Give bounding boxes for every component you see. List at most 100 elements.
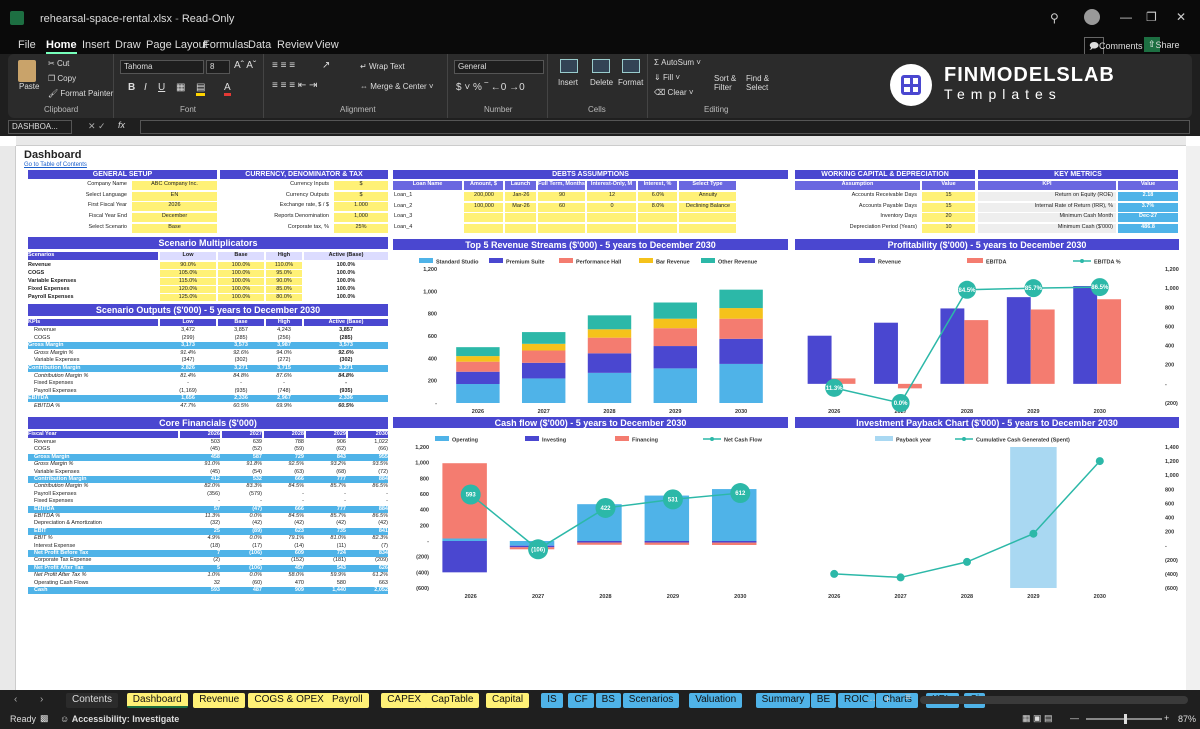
tab-capital[interactable]: Capital (486, 693, 530, 708)
grow-font-icon[interactable]: Aˆ Aˇ (234, 60, 256, 71)
minimize-icon[interactable]: — (1120, 10, 1132, 24)
tab-capex[interactable]: CAPEX (381, 693, 428, 708)
cashflow-bar-segment (644, 541, 690, 543)
tab-scenarios[interactable]: Scenarios (622, 693, 680, 708)
format-cells-icon[interactable] (622, 59, 640, 73)
delete-button[interactable]: Delete (590, 78, 613, 87)
menu-insert[interactable]: Insert (82, 39, 110, 51)
tab-cf[interactable]: CF (568, 693, 594, 708)
zoom-slider[interactable] (1086, 714, 1162, 724)
tab-captable[interactable]: CapTable (425, 693, 480, 708)
fx-icon[interactable]: fx (118, 120, 125, 130)
legend-label: Cumulative Cash Generated (Spent) (976, 438, 1070, 444)
formula-input[interactable] (140, 120, 1190, 134)
tab-next-icon[interactable]: › (40, 694, 43, 705)
italic-icon[interactable]: I (144, 82, 147, 93)
borders-icon[interactable]: ▦ (176, 82, 185, 93)
delete-cells-icon[interactable] (592, 59, 610, 73)
tab-menu-icon[interactable]: ≡ (905, 692, 911, 703)
tab-summary[interactable]: Summary (755, 693, 811, 708)
paste-icon[interactable] (18, 60, 36, 82)
cashflow-bar-segment (711, 541, 757, 543)
currency-format-icon[interactable]: $ ˅ % ‾ ←0 →0 (456, 82, 525, 93)
tab-revenue[interactable]: Revenue (193, 693, 246, 708)
more-tabs-icon[interactable]: … (866, 693, 876, 704)
worksheet[interactable]: Dashboard Go to Table of Contents GENERA… (0, 136, 1200, 690)
revenue-bar-segment (719, 289, 763, 309)
menu-data[interactable]: Data (248, 39, 271, 51)
tab-charts[interactable]: Charts (876, 693, 918, 708)
chart-title: Top 5 Revenue Streams ($'000) - 5 years … (465, 240, 716, 250)
font-color-icon[interactable]: A (224, 82, 231, 96)
close-icon[interactable]: ✕ (1176, 10, 1186, 24)
logo-mark-icon (890, 64, 932, 106)
chart-title: Profitability ($'000) - 5 years to Decem… (888, 240, 1087, 250)
fill-color-icon[interactable]: ▤ (196, 82, 206, 96)
tab-contents[interactable]: Contents (66, 693, 119, 708)
tab-cogs-opex[interactable]: COGS & OPEX (248, 693, 330, 708)
format-button[interactable]: Format (618, 78, 643, 87)
accessibility-status[interactable]: ☺ Accessibility: Investigate (60, 714, 179, 724)
menu-formulas[interactable]: Formulas (203, 39, 249, 51)
merge-center-button[interactable]: ⇔ Merge & Center ˅ (360, 82, 434, 91)
legend-label: Operating (452, 438, 478, 444)
find-select-button[interactable]: Find & Select (746, 74, 776, 92)
tab-payroll[interactable]: Payroll (326, 693, 369, 708)
insert-button[interactable]: Insert (558, 78, 578, 87)
fill-button[interactable]: ⇓ Fill ˅ (654, 73, 680, 82)
tab-is[interactable]: IS (541, 693, 563, 708)
align-top-icon[interactable]: ≡ ≡ ≡ (272, 60, 295, 71)
clear-button[interactable]: ⌫ Clear ˅ (654, 88, 694, 97)
cumulative-cash-point (830, 569, 839, 578)
share-button[interactable]: ⇧ Share (1144, 37, 1180, 52)
title-bar: rehearsal-space-rental.xlsx - Read-Only … (0, 0, 1200, 36)
menu-view[interactable]: View (315, 39, 339, 51)
revenue-bar-segment (456, 371, 500, 385)
avatar[interactable] (1084, 9, 1100, 25)
menu-page-layout[interactable]: Page Layout (146, 39, 208, 51)
legend-swatch (419, 258, 433, 263)
insert-cells-icon[interactable] (560, 59, 578, 73)
align-left-icon[interactable]: ≡ ≡ ≡ ⇤ ⇥ (272, 80, 317, 91)
legend-swatch (559, 258, 573, 263)
cut-button[interactable]: ✂ Cut (48, 59, 69, 68)
number-format-select[interactable]: General (454, 60, 544, 74)
menu-draw[interactable]: Draw (115, 39, 141, 51)
x-tick-label: 2026 (828, 594, 840, 600)
tab-be[interactable]: BE (810, 693, 837, 708)
zoom-in-icon[interactable]: + (1164, 713, 1169, 723)
tab-valuation[interactable]: Valuation (689, 693, 743, 708)
cancel-formula-icon[interactable]: ✕ ✓ (88, 121, 106, 132)
autosum-button[interactable]: Σ AutoSum ˅ (654, 58, 701, 67)
name-box[interactable]: DASHBOA... (8, 120, 72, 134)
orientation-icon[interactable]: ↗ (322, 60, 330, 71)
underline-icon[interactable]: U (158, 82, 165, 93)
revenue-bar (1006, 297, 1031, 384)
menu-file[interactable]: File (18, 39, 36, 51)
normal-view-icon[interactable]: ▦ ▣ ▤ (1022, 713, 1053, 724)
menu-home[interactable]: Home (46, 39, 77, 54)
font-size-select[interactable]: 8 (206, 60, 230, 74)
tab-prev-icon[interactable]: ‹ (14, 694, 17, 705)
restore-icon[interactable]: ❐ (1146, 10, 1157, 24)
tab-bs[interactable]: BS (595, 693, 621, 708)
bold-icon[interactable]: B (128, 82, 135, 93)
sort-filter-button[interactable]: Sort & Filter (714, 74, 742, 92)
tab-dashboard[interactable]: Dashboard (126, 693, 188, 708)
zoom-out-icon[interactable]: — (1070, 713, 1079, 723)
x-tick-label: 2030 (735, 409, 747, 415)
copy-button[interactable]: ❐ Copy (48, 74, 76, 83)
x-tick-label: 2030 (1094, 594, 1106, 600)
search-icon[interactable]: ⚲ (1050, 11, 1059, 25)
format-painter-button[interactable]: 🖌 Format Painter (48, 89, 113, 98)
paste-button[interactable]: Paste (19, 82, 39, 91)
wrap-text-button[interactable]: ↵ Wrap Text (360, 62, 405, 71)
menu-review[interactable]: Review (277, 39, 313, 51)
horizontal-scrollbar[interactable] (920, 696, 1188, 704)
zoom-level[interactable]: 87% (1178, 714, 1196, 724)
add-sheet-icon[interactable]: + (884, 692, 891, 706)
x-tick-label: 2027 (538, 409, 550, 415)
macro-icon[interactable]: ▩ (40, 713, 49, 724)
revenue-bar-segment (521, 362, 566, 379)
font-name-select[interactable]: Tahoma (120, 60, 204, 74)
